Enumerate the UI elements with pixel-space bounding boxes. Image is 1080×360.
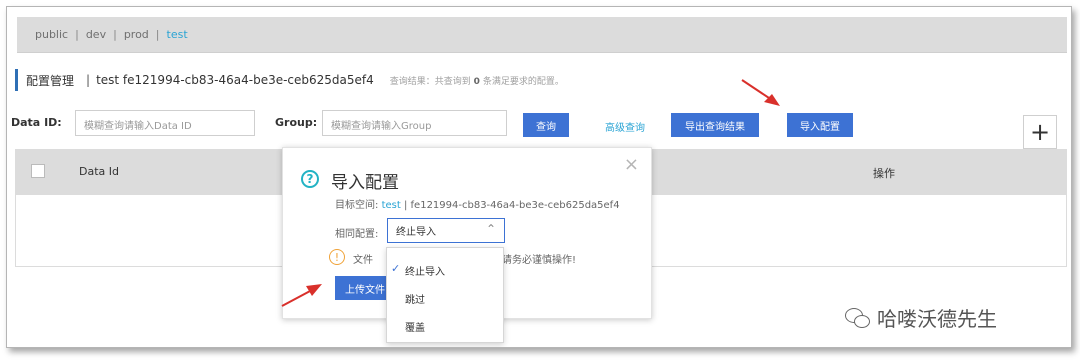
arrow-to-upload-button <box>281 284 322 307</box>
annotation-arrows <box>281 79 780 307</box>
arrow-to-import-button <box>741 79 780 106</box>
